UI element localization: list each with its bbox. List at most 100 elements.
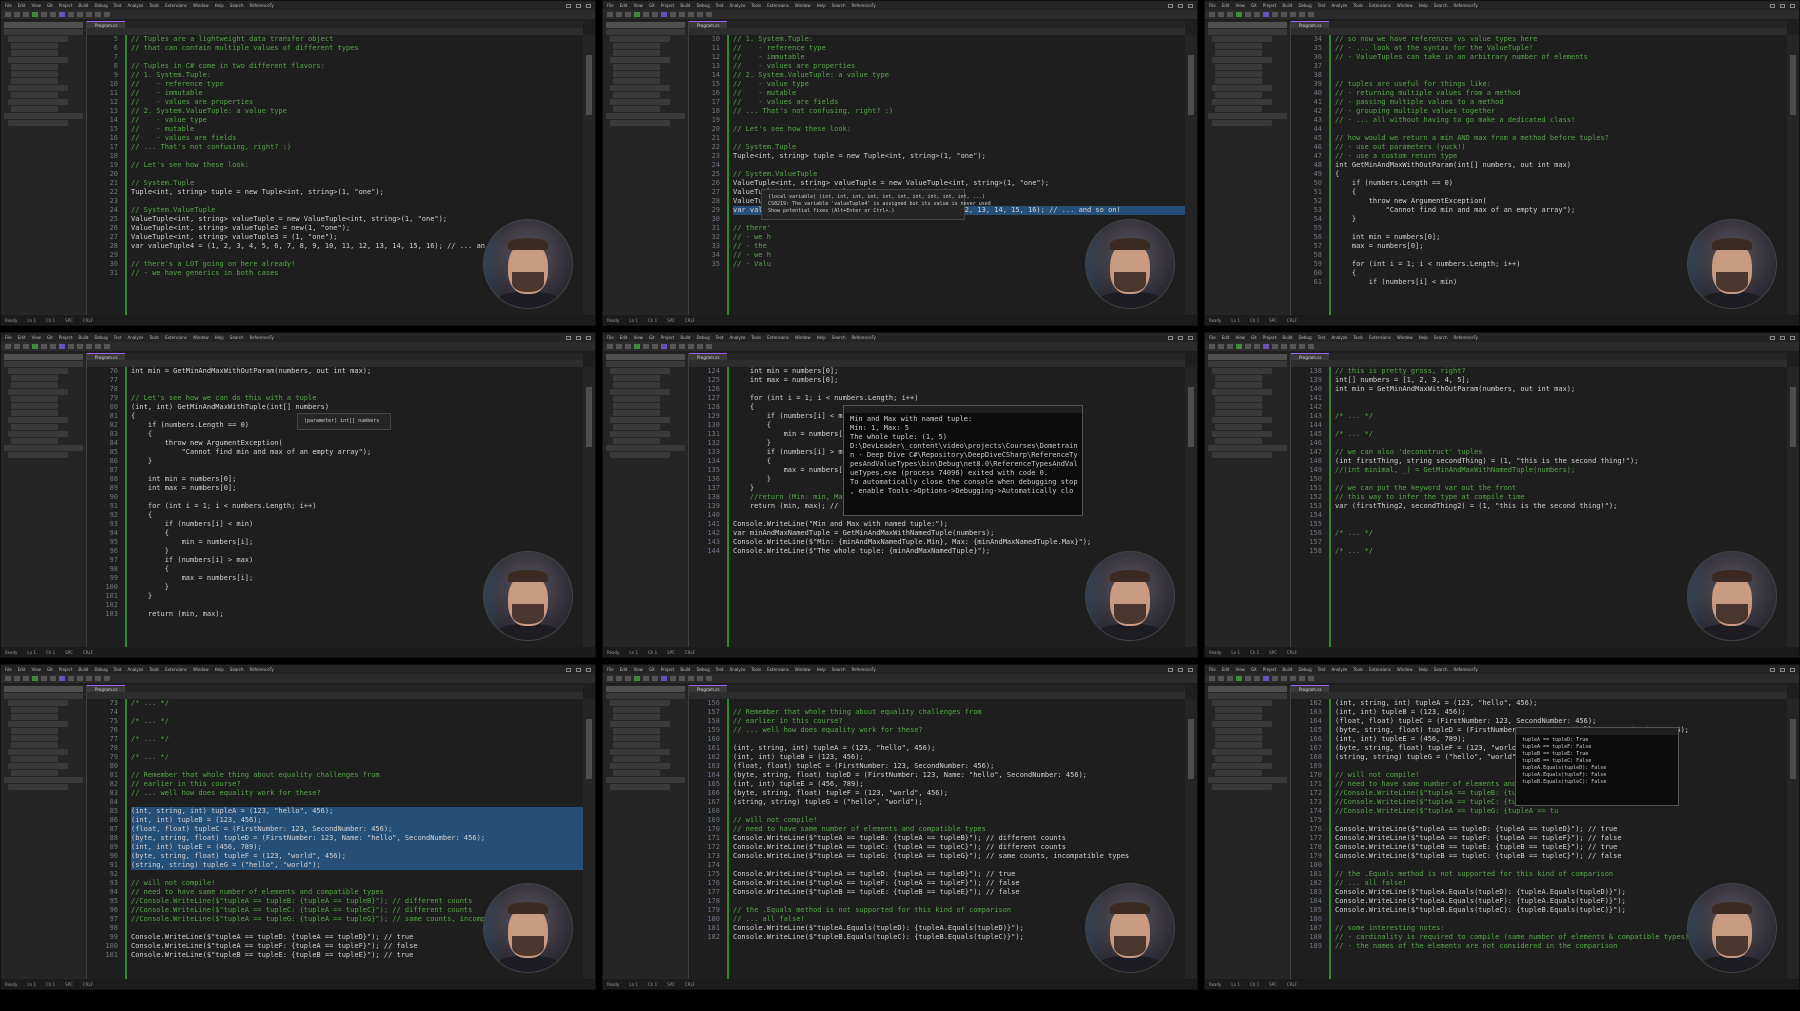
tree-item[interactable] — [613, 375, 660, 381]
tree-item[interactable] — [613, 78, 660, 84]
tree-item[interactable] — [11, 92, 58, 98]
toolbar-icon[interactable] — [1299, 12, 1305, 17]
toolbar-icon[interactable] — [1308, 12, 1314, 17]
menu-item[interactable]: Project — [1263, 3, 1277, 8]
menu-item[interactable]: View — [633, 667, 643, 672]
tree-item[interactable] — [11, 756, 58, 762]
toolbar-icon[interactable] — [1308, 676, 1314, 681]
menu-item[interactable]: Git — [47, 667, 53, 672]
menu-item[interactable]: ReferenceTy — [852, 335, 876, 340]
menu-item[interactable]: Debug — [94, 335, 107, 340]
tree-item[interactable] — [1212, 85, 1272, 91]
menu-item[interactable]: Edit — [620, 3, 628, 8]
tree-item[interactable] — [1208, 29, 1287, 35]
menu-item[interactable]: ReferenceTy — [1454, 3, 1478, 8]
menu-item[interactable]: Analyze — [730, 3, 746, 8]
tree-item[interactable] — [1215, 43, 1262, 49]
toolbar-icon[interactable] — [1281, 12, 1287, 17]
tree-item[interactable] — [4, 354, 83, 360]
toolbar-icon[interactable] — [1245, 344, 1251, 349]
tree-item[interactable] — [606, 693, 685, 699]
tree-item[interactable] — [4, 777, 83, 783]
menu-item[interactable]: Git — [649, 667, 655, 672]
menu-item[interactable]: Analyze — [730, 667, 746, 672]
tree-item[interactable] — [1208, 686, 1287, 692]
tree-item[interactable] — [613, 106, 660, 112]
menu-item[interactable]: ReferenceTy — [250, 335, 274, 340]
toolbar-icon[interactable] — [661, 676, 667, 681]
menu-item[interactable]: Edit — [1222, 335, 1230, 340]
maximize-icon[interactable] — [1780, 335, 1785, 340]
toolbar-icon[interactable] — [652, 344, 658, 349]
tree-item[interactable] — [1212, 749, 1272, 755]
menu-item[interactable]: Edit — [18, 335, 26, 340]
menu-item[interactable]: Build — [1282, 3, 1292, 8]
menu-item[interactable]: Tools — [149, 667, 159, 672]
menu-item[interactable]: Tools — [751, 667, 761, 672]
toolbar-icon[interactable] — [1263, 676, 1269, 681]
toolbar-icon[interactable] — [625, 12, 631, 17]
menu-item[interactable]: File — [1209, 667, 1216, 672]
toolbar-icon[interactable] — [59, 12, 65, 17]
debug-console-window[interactable]: tupleA == tupleD: True tupleA == tupleF: … — [1515, 727, 1679, 806]
tree-item[interactable] — [613, 770, 660, 776]
tree-item[interactable] — [1212, 431, 1272, 437]
tree-item[interactable] — [11, 770, 58, 776]
menu-item[interactable]: Window — [1397, 667, 1413, 672]
tree-item[interactable] — [8, 368, 68, 374]
toolbar-icon[interactable] — [95, 676, 101, 681]
menu-item[interactable]: Window — [795, 3, 811, 8]
tree-item[interactable] — [11, 71, 58, 77]
run-icon[interactable] — [32, 344, 38, 349]
menu-item[interactable]: ReferenceTy — [852, 667, 876, 672]
menu-item[interactable]: View — [633, 3, 643, 8]
menu-item[interactable]: Build — [680, 667, 690, 672]
menu-item[interactable]: Help — [1419, 335, 1428, 340]
menu-item[interactable]: Search — [1434, 3, 1448, 8]
navigation-bar[interactable] — [87, 360, 583, 367]
tree-item[interactable] — [8, 784, 68, 790]
tree-item[interactable] — [11, 396, 58, 402]
toolbar-icon[interactable] — [625, 676, 631, 681]
menu-item[interactable]: Analyze — [730, 335, 746, 340]
toolbar-icon[interactable] — [1254, 676, 1260, 681]
tree-item[interactable] — [613, 438, 660, 444]
toolbar-icon[interactable] — [652, 12, 658, 17]
tree-item[interactable] — [613, 756, 660, 762]
menu-item[interactable]: Window — [795, 335, 811, 340]
tree-item[interactable] — [1212, 763, 1272, 769]
toolbar-icon[interactable] — [14, 344, 20, 349]
toolbar-icon[interactable] — [679, 676, 685, 681]
menu-item[interactable]: Analyze — [128, 335, 144, 340]
tree-item[interactable] — [1212, 700, 1272, 706]
menu-item[interactable]: Tools — [149, 3, 159, 8]
tree-item[interactable] — [4, 113, 83, 119]
toolbar-icon[interactable] — [23, 344, 29, 349]
tree-item[interactable] — [613, 50, 660, 56]
run-icon[interactable] — [32, 676, 38, 681]
tree-item[interactable] — [1212, 57, 1272, 63]
menu-item[interactable]: File — [1209, 335, 1216, 340]
toolbar-icon[interactable] — [652, 676, 658, 681]
menu-item[interactable]: Debug — [94, 667, 107, 672]
menu-item[interactable]: Git — [649, 3, 655, 8]
vertical-scrollbar[interactable] — [583, 367, 595, 647]
toolbar-icon[interactable] — [1254, 344, 1260, 349]
toolbar-icon[interactable] — [41, 344, 47, 349]
tree-item[interactable] — [1215, 770, 1262, 776]
tree-item[interactable] — [613, 403, 660, 409]
maximize-icon[interactable] — [576, 335, 581, 340]
menu-item[interactable]: Debug — [1298, 335, 1311, 340]
navigation-bar[interactable] — [87, 692, 583, 699]
toolbar-icon[interactable] — [95, 344, 101, 349]
tree-item[interactable] — [1208, 354, 1287, 360]
tree-item[interactable] — [1212, 417, 1272, 423]
navigation-bar[interactable] — [1291, 692, 1787, 699]
vertical-scrollbar[interactable] — [1787, 35, 1799, 315]
vertical-scrollbar[interactable] — [1787, 367, 1799, 647]
toolbar-icon[interactable] — [5, 12, 11, 17]
menu-item[interactable]: View — [633, 335, 643, 340]
tree-item[interactable] — [610, 36, 670, 42]
tree-item[interactable] — [610, 368, 670, 374]
menu-item[interactable]: Extensions — [165, 3, 187, 8]
